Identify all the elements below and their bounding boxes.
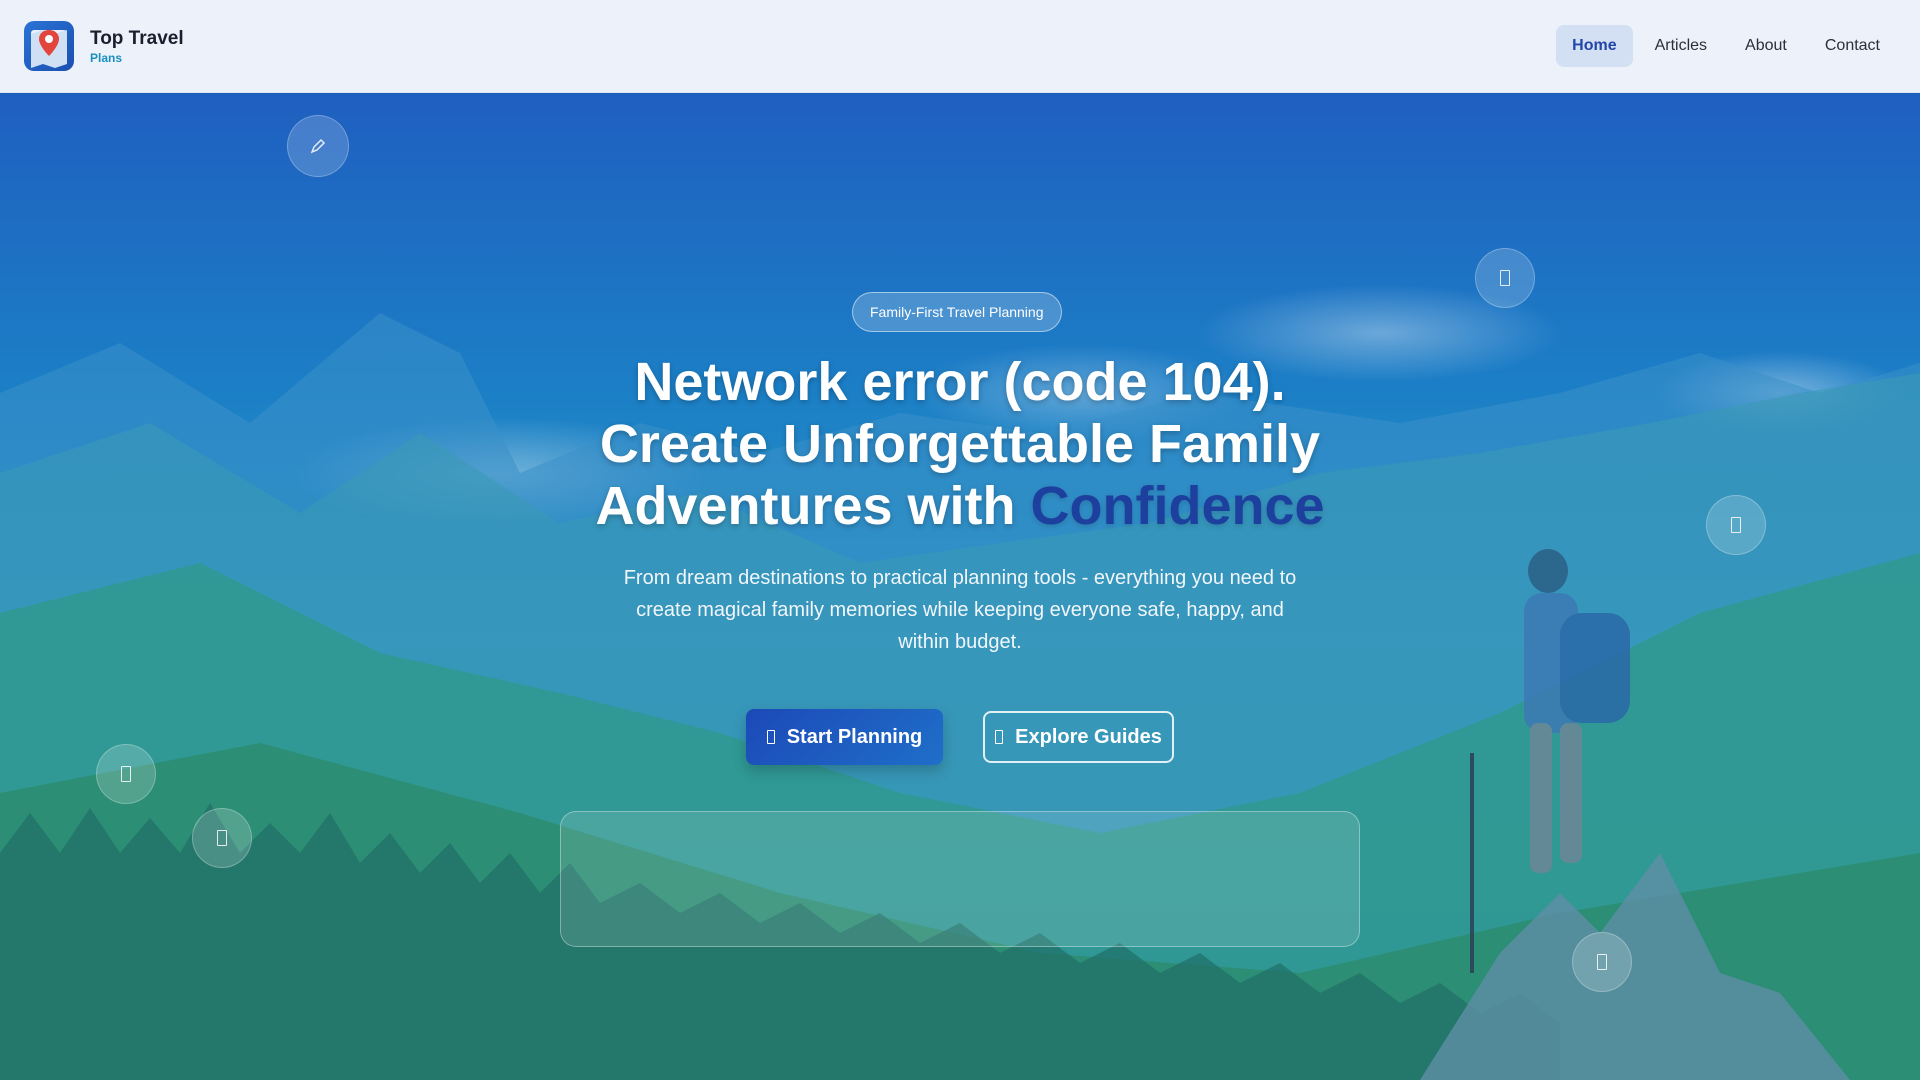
compass-icon	[1706, 495, 1766, 555]
start-planning-button[interactable]: Start Planning	[746, 709, 943, 765]
hero-headline: Network error (code 104). Create Unforge…	[560, 351, 1360, 537]
hero-subtext: From dream destinations to practical pla…	[623, 567, 1297, 653]
nav-contact[interactable]: Contact	[1809, 25, 1896, 67]
hero-badge: Family-First Travel Planning	[852, 292, 1062, 332]
brand[interactable]: Top Travel Plans	[24, 21, 184, 71]
hero-glass-panel	[560, 811, 1360, 947]
start-planning-label: Start Planning	[786, 725, 923, 748]
main-nav: Home Articles About Contact	[1556, 25, 1896, 67]
book-icon	[995, 730, 1004, 744]
headline-line-2: Create Unforgettable Family	[599, 414, 1321, 474]
pencil-icon	[287, 115, 349, 177]
explore-guides-label: Explore Guides	[1015, 725, 1162, 748]
headline-line-1: Network error (code 104).	[634, 352, 1286, 412]
nav-home[interactable]: Home	[1556, 25, 1633, 67]
plane-icon	[192, 808, 252, 868]
map-icon	[1475, 248, 1535, 308]
brand-title: Top Travel	[90, 27, 184, 49]
explore-guides-button[interactable]: Explore Guides	[983, 711, 1174, 763]
hero-section: Family-First Travel Planning Network err…	[0, 93, 1920, 1080]
headline-accent: Confidence	[1030, 476, 1325, 536]
camera-icon	[96, 744, 156, 804]
calendar-icon	[766, 730, 775, 744]
map-pin-logo-icon	[24, 21, 74, 71]
heart-icon	[1572, 932, 1632, 992]
nav-about[interactable]: About	[1729, 25, 1803, 67]
nav-articles[interactable]: Articles	[1639, 25, 1723, 67]
headline-line-3: Adventures with	[595, 476, 1031, 536]
brand-subtitle: Plans	[90, 50, 123, 65]
site-header: Top Travel Plans Home Articles About Con…	[0, 0, 1920, 93]
